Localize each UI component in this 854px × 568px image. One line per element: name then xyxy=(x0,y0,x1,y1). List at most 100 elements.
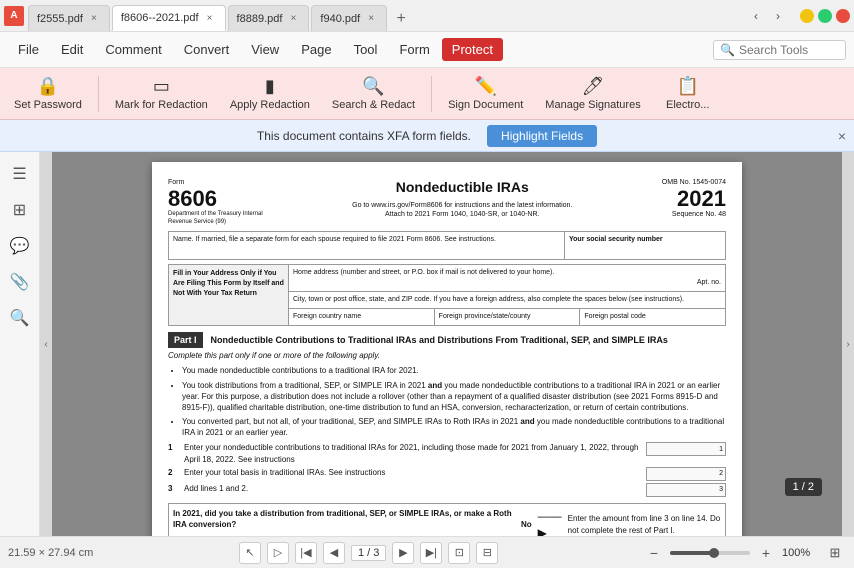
page-badge: 1 / 2 xyxy=(785,478,822,496)
pdf-name-row: Name. If married, file a separate form f… xyxy=(168,231,726,261)
menu-edit[interactable]: Edit xyxy=(51,38,93,61)
view-mode-button[interactable]: ⊞ xyxy=(824,542,846,564)
menu-tool[interactable]: Tool xyxy=(344,38,388,61)
sidebar-item-attachments[interactable]: 📎 xyxy=(6,268,34,296)
next-page-button[interactable]: ▶ xyxy=(392,542,414,564)
tab-label: f8889.pdf xyxy=(237,13,283,25)
apply-redaction-button[interactable]: ▮ Apply Redaction xyxy=(220,70,320,118)
close-button[interactable] xyxy=(836,9,850,23)
prev-page-button[interactable]: ◀ xyxy=(323,542,345,564)
menu-protect[interactable]: Protect xyxy=(442,38,503,61)
menu-bar: File Edit Comment Convert View Page Tool… xyxy=(0,32,854,68)
pdf-form-number: 8606 xyxy=(168,188,263,210)
zoom-slider-fill xyxy=(670,551,714,555)
notification-bar: This document contains XFA form fields. … xyxy=(0,120,854,152)
pdf-address-instructions: Fill in Your Address Only if You Are Fil… xyxy=(169,265,289,324)
mark-redaction-label: Mark for Redaction xyxy=(115,99,208,111)
apply-redaction-icon: ▮ xyxy=(265,76,275,97)
part1-subtitle: Complete this part only if one or more o… xyxy=(168,350,726,361)
tab-f8606[interactable]: f8606--2021.pdf × xyxy=(112,5,226,31)
pdf-line-3-box: 3 xyxy=(646,483,726,497)
sign-icon: ✏️ xyxy=(474,76,496,97)
protect-toolbar: 🔒 Set Password ▭ Mark for Redaction ▮ Ap… xyxy=(0,68,854,120)
menu-page[interactable]: Page xyxy=(291,38,341,61)
menu-form[interactable]: Form xyxy=(389,38,439,61)
search-redact-button[interactable]: 🔍 Search & Redact xyxy=(322,70,425,118)
first-page-button[interactable]: |◀ xyxy=(295,542,317,564)
maximize-button[interactable] xyxy=(818,9,832,23)
new-tab-button[interactable]: + xyxy=(389,7,413,31)
menu-comment[interactable]: Comment xyxy=(95,38,171,61)
tab-close[interactable]: × xyxy=(87,12,101,26)
sidebar-item-menu[interactable]: ☰ xyxy=(6,160,34,188)
pdf-subtitle2: Attach to 2021 Form 1040, 1040-SR, or 10… xyxy=(275,210,650,220)
pdf-foreign-country: Foreign country name xyxy=(289,309,435,325)
lock-icon: 🔒 xyxy=(37,76,59,97)
sidebar-item-search[interactable]: 🔍 xyxy=(6,304,34,332)
set-password-button[interactable]: 🔒 Set Password xyxy=(4,70,92,118)
pdf-address-section: Fill in Your Address Only if You Are Fil… xyxy=(168,264,726,325)
part1-label: Part I xyxy=(168,332,203,349)
cursor-tool-button[interactable]: ↖ xyxy=(239,542,261,564)
fit-width-button[interactable]: ⊟ xyxy=(476,542,498,564)
set-password-label: Set Password xyxy=(14,99,82,111)
tab-f2555[interactable]: f2555.pdf × xyxy=(28,5,110,31)
left-sidebar: ☰ ⊞ 💬 📎 🔍 xyxy=(0,152,40,536)
part1-header-row: Part I Nondeductible Contributions to Tr… xyxy=(168,332,726,349)
zoom-slider-thumb[interactable] xyxy=(709,548,719,558)
tab-f8889[interactable]: f8889.pdf × xyxy=(228,5,310,31)
part1-bullets: You made nondeductible contributions to … xyxy=(168,365,726,438)
bottom-bar: 21.59 × 27.94 cm ↖ ▷ |◀ ◀ 1 / 3 ▶ ▶| ⊡ ⊟… xyxy=(0,536,854,568)
nav-back-button[interactable]: ‹ xyxy=(746,6,766,26)
sidebar-item-comments[interactable]: 💬 xyxy=(6,232,34,260)
bullet-1: You made nondeductible contributions to … xyxy=(182,365,726,376)
notification-close-button[interactable]: × xyxy=(838,128,846,144)
toolbar-separator-2 xyxy=(431,76,432,112)
menu-file[interactable]: File xyxy=(8,38,49,61)
tab-close[interactable]: × xyxy=(203,11,217,25)
last-page-button[interactable]: ▶| xyxy=(420,542,442,564)
pdf-dept1: Department of the Treasury Internal xyxy=(168,210,263,218)
bullet-3: You converted part, but not all, of your… xyxy=(182,416,726,438)
signatures-icon: 🖊 xyxy=(582,76,605,97)
electronic-label: Electro... xyxy=(666,99,709,111)
manage-signatures-button[interactable]: 🖊 Manage Signatures xyxy=(535,70,650,118)
zoom-level: 100% xyxy=(782,547,818,559)
pdf-line-2: 2 Enter your total basis in traditional … xyxy=(168,467,726,481)
pdf-viewport[interactable]: Form 8606 Department of the Treasury Int… xyxy=(52,152,842,536)
search-tools[interactable]: 🔍 xyxy=(713,40,846,60)
search-redact-label: Search & Redact xyxy=(332,99,415,111)
pdf-foreign-row: Foreign country name Foreign province/st… xyxy=(289,309,725,325)
nav-forward-button[interactable]: › xyxy=(768,6,788,26)
electronic-button[interactable]: 📋 Electro... xyxy=(653,70,723,118)
tab-label: f940.pdf xyxy=(320,13,360,25)
zoom-out-button[interactable]: − xyxy=(644,543,664,563)
select-tool-button[interactable]: ▷ xyxy=(267,542,289,564)
fit-page-button[interactable]: ⊡ xyxy=(448,542,470,564)
search-redact-icon: 🔍 xyxy=(362,76,384,97)
sidebar-item-pages[interactable]: ⊞ xyxy=(6,196,34,224)
pdf-line-1-box: 1 xyxy=(646,442,726,456)
pdf-name-cell: Name. If married, file a separate form f… xyxy=(169,232,565,260)
menu-view[interactable]: View xyxy=(241,38,289,61)
part1-title: Nondeductible Contributions to Tradition… xyxy=(211,334,668,347)
search-tools-input[interactable] xyxy=(739,43,839,57)
tab-close[interactable]: × xyxy=(364,12,378,26)
electronic-icon: 📋 xyxy=(676,76,698,97)
tab-close[interactable]: × xyxy=(286,12,300,26)
notification-text: This document contains XFA form fields. xyxy=(257,129,471,143)
pdf-dept2: Revenue Service (99) xyxy=(168,218,263,226)
menu-convert[interactable]: Convert xyxy=(174,38,240,61)
right-collapse-handle[interactable]: › xyxy=(842,152,854,536)
sign-document-button[interactable]: ✏️ Sign Document xyxy=(438,70,533,118)
zoom-in-button[interactable]: + xyxy=(756,543,776,563)
minimize-button[interactable] xyxy=(800,9,814,23)
highlight-fields-button[interactable]: Highlight Fields xyxy=(487,125,597,147)
mark-redaction-button[interactable]: ▭ Mark for Redaction xyxy=(105,70,218,118)
zoom-slider[interactable] xyxy=(670,551,750,555)
pdf-foreign-postal: Foreign postal code xyxy=(580,309,725,325)
left-collapse-handle[interactable]: ‹ xyxy=(40,152,52,536)
tab-f940[interactable]: f940.pdf × xyxy=(311,5,387,31)
pdf-foreign-province: Foreign province/state/county xyxy=(435,309,581,325)
tab-label: f2555.pdf xyxy=(37,13,83,25)
